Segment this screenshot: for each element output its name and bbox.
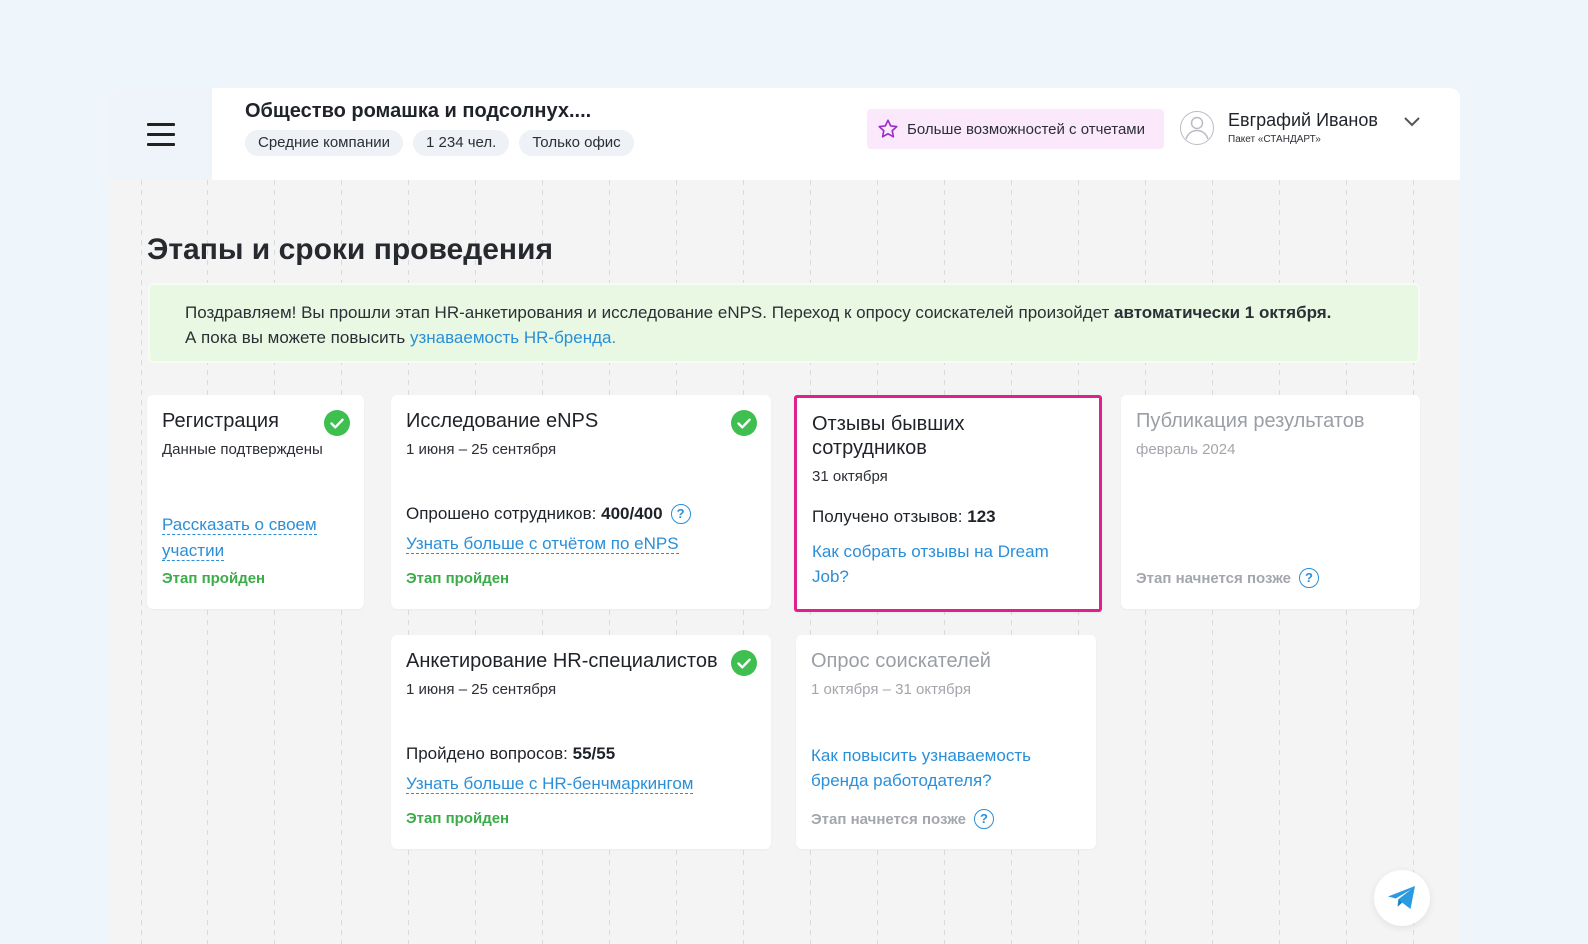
stage-date: февраль 2024 — [1136, 441, 1236, 458]
user-avatar-icon — [1180, 110, 1214, 145]
user-plan: Пакет «СТАНДАРТ» — [1228, 134, 1321, 145]
company-title: Общество ромашка и подсолнух.... — [245, 100, 592, 122]
chevron-down-icon — [1404, 117, 1420, 126]
stage-title: Отзывы бывших сотрудников — [812, 413, 965, 459]
user-name: Евграфий Иванов — [1228, 110, 1378, 130]
banner-text-2: А пока вы можете повысить — [185, 328, 410, 347]
stage-status: Этап пройден — [162, 570, 266, 587]
collect-reviews-link[interactable]: Как собрать отзывы на Dream Job? — [812, 542, 1049, 586]
company-chips: Средние компании 1 234 чел. Только офис — [245, 130, 634, 156]
status-text: Этап начнется позже — [1136, 569, 1292, 587]
stage-title: Регистрация — [162, 410, 279, 432]
employer-brand-link[interactable]: Как повысить узнаваемость бренда работод… — [811, 746, 1031, 790]
check-circle-icon — [731, 650, 757, 676]
stage-status: Этап пройден — [406, 810, 510, 827]
banner-text: Поздравляем! Вы прошли этап HR-анкетиров… — [185, 303, 1115, 322]
stage-stat: Получено отзывов: 123 — [812, 507, 996, 527]
stat-label: Пройдено вопросов: — [406, 744, 573, 763]
check-circle-icon — [324, 410, 350, 436]
banner-bold-text: автоматически 1 октября. — [1114, 303, 1332, 322]
question-icon[interactable]: ? — [670, 504, 691, 524]
success-banner: Поздравляем! Вы прошли этап HR-анкетиров… — [148, 283, 1420, 363]
stat-label: Получено отзывов: — [812, 507, 968, 526]
stage-title: Исследование eNPS — [406, 410, 599, 432]
grid-guide — [141, 180, 142, 944]
page-title: Этапы и сроки проведения — [147, 233, 553, 266]
chip-work-format: Только офис — [519, 130, 634, 156]
stage-card-enps: Исследование eNPS 1 июня – 25 сентября О… — [391, 395, 771, 609]
stage-subtitle: Данные подтверждены — [162, 441, 323, 458]
telegram-button[interactable] — [1374, 870, 1430, 926]
chip-company-size: Средние компании — [245, 130, 404, 156]
registration-story-link[interactable]: Рассказать о своем участии — [162, 515, 317, 561]
stage-date: 1 июня – 25 сентября — [406, 681, 557, 698]
stat-value: 123 — [967, 507, 996, 526]
promo-reports-button[interactable]: Больше возможностей с отчетами — [867, 109, 1164, 149]
stage-title: Опрос соискателей — [811, 650, 991, 672]
app-window: Общество ромашка и подсолнух.... Средние… — [110, 88, 1460, 944]
status-text: Этап начнется позже — [811, 810, 967, 828]
promo-label: Больше возможностей с отчетами — [907, 120, 1146, 138]
stage-date: 1 октября – 31 октября — [811, 681, 971, 698]
hr-brand-link[interactable]: узнаваемость HR-бренда. — [410, 328, 616, 347]
stage-status: Этап начнется позже ? — [811, 809, 995, 829]
chip-employee-count: 1 234 чел. — [413, 130, 510, 156]
stat-label: Опрошено сотрудников: — [406, 504, 602, 523]
stage-date: 31 октября — [812, 468, 888, 485]
stage-card-hr-survey: Анкетирование HR-специалистов 1 июня – 2… — [391, 635, 771, 849]
stat-value: 55/55 — [572, 744, 616, 763]
stage-card-publication: Публикация результатов февраль 2024 Этап… — [1121, 395, 1420, 609]
star-icon — [878, 119, 898, 138]
telegram-icon — [1388, 886, 1415, 909]
stage-status: Этап пройден — [406, 570, 510, 587]
app-header: Общество ромашка и подсолнух.... Средние… — [110, 88, 1460, 180]
enps-report-link[interactable]: Узнать больше с отчётом по eNPS — [406, 534, 679, 554]
stat-value: 400/400 — [601, 504, 663, 523]
stage-card-applicants: Опрос соискателей 1 октября – 31 октября… — [796, 635, 1096, 849]
stage-card-reviews: Отзывы бывших сотрудников 31 октября Пол… — [794, 395, 1102, 612]
stage-status: Этап начнется позже ? — [1136, 568, 1320, 588]
stage-card-registration: Регистрация Данные подтверждены Рассказа… — [147, 395, 364, 609]
stage-stat: Пройдено вопросов: 55/55 — [406, 744, 615, 764]
menu-button[interactable] — [110, 88, 212, 180]
hr-benchmark-link[interactable]: Узнать больше с HR-бенчмаркингом — [406, 774, 694, 794]
stage-date: 1 июня – 25 сентября — [406, 441, 557, 458]
question-icon[interactable]: ? — [1299, 568, 1320, 588]
stage-title: Анкетирование HR-специалистов — [406, 650, 718, 672]
stage-title: Публикация результатов — [1136, 410, 1365, 432]
stage-stat: Опрошено сотрудников: 400/400 ? — [406, 504, 691, 524]
check-circle-icon — [731, 410, 757, 436]
hamburger-icon — [147, 123, 175, 146]
question-icon[interactable]: ? — [974, 809, 995, 829]
user-menu[interactable]: Евграфий Иванов Пакет «СТАНДАРТ» — [1180, 110, 1420, 145]
